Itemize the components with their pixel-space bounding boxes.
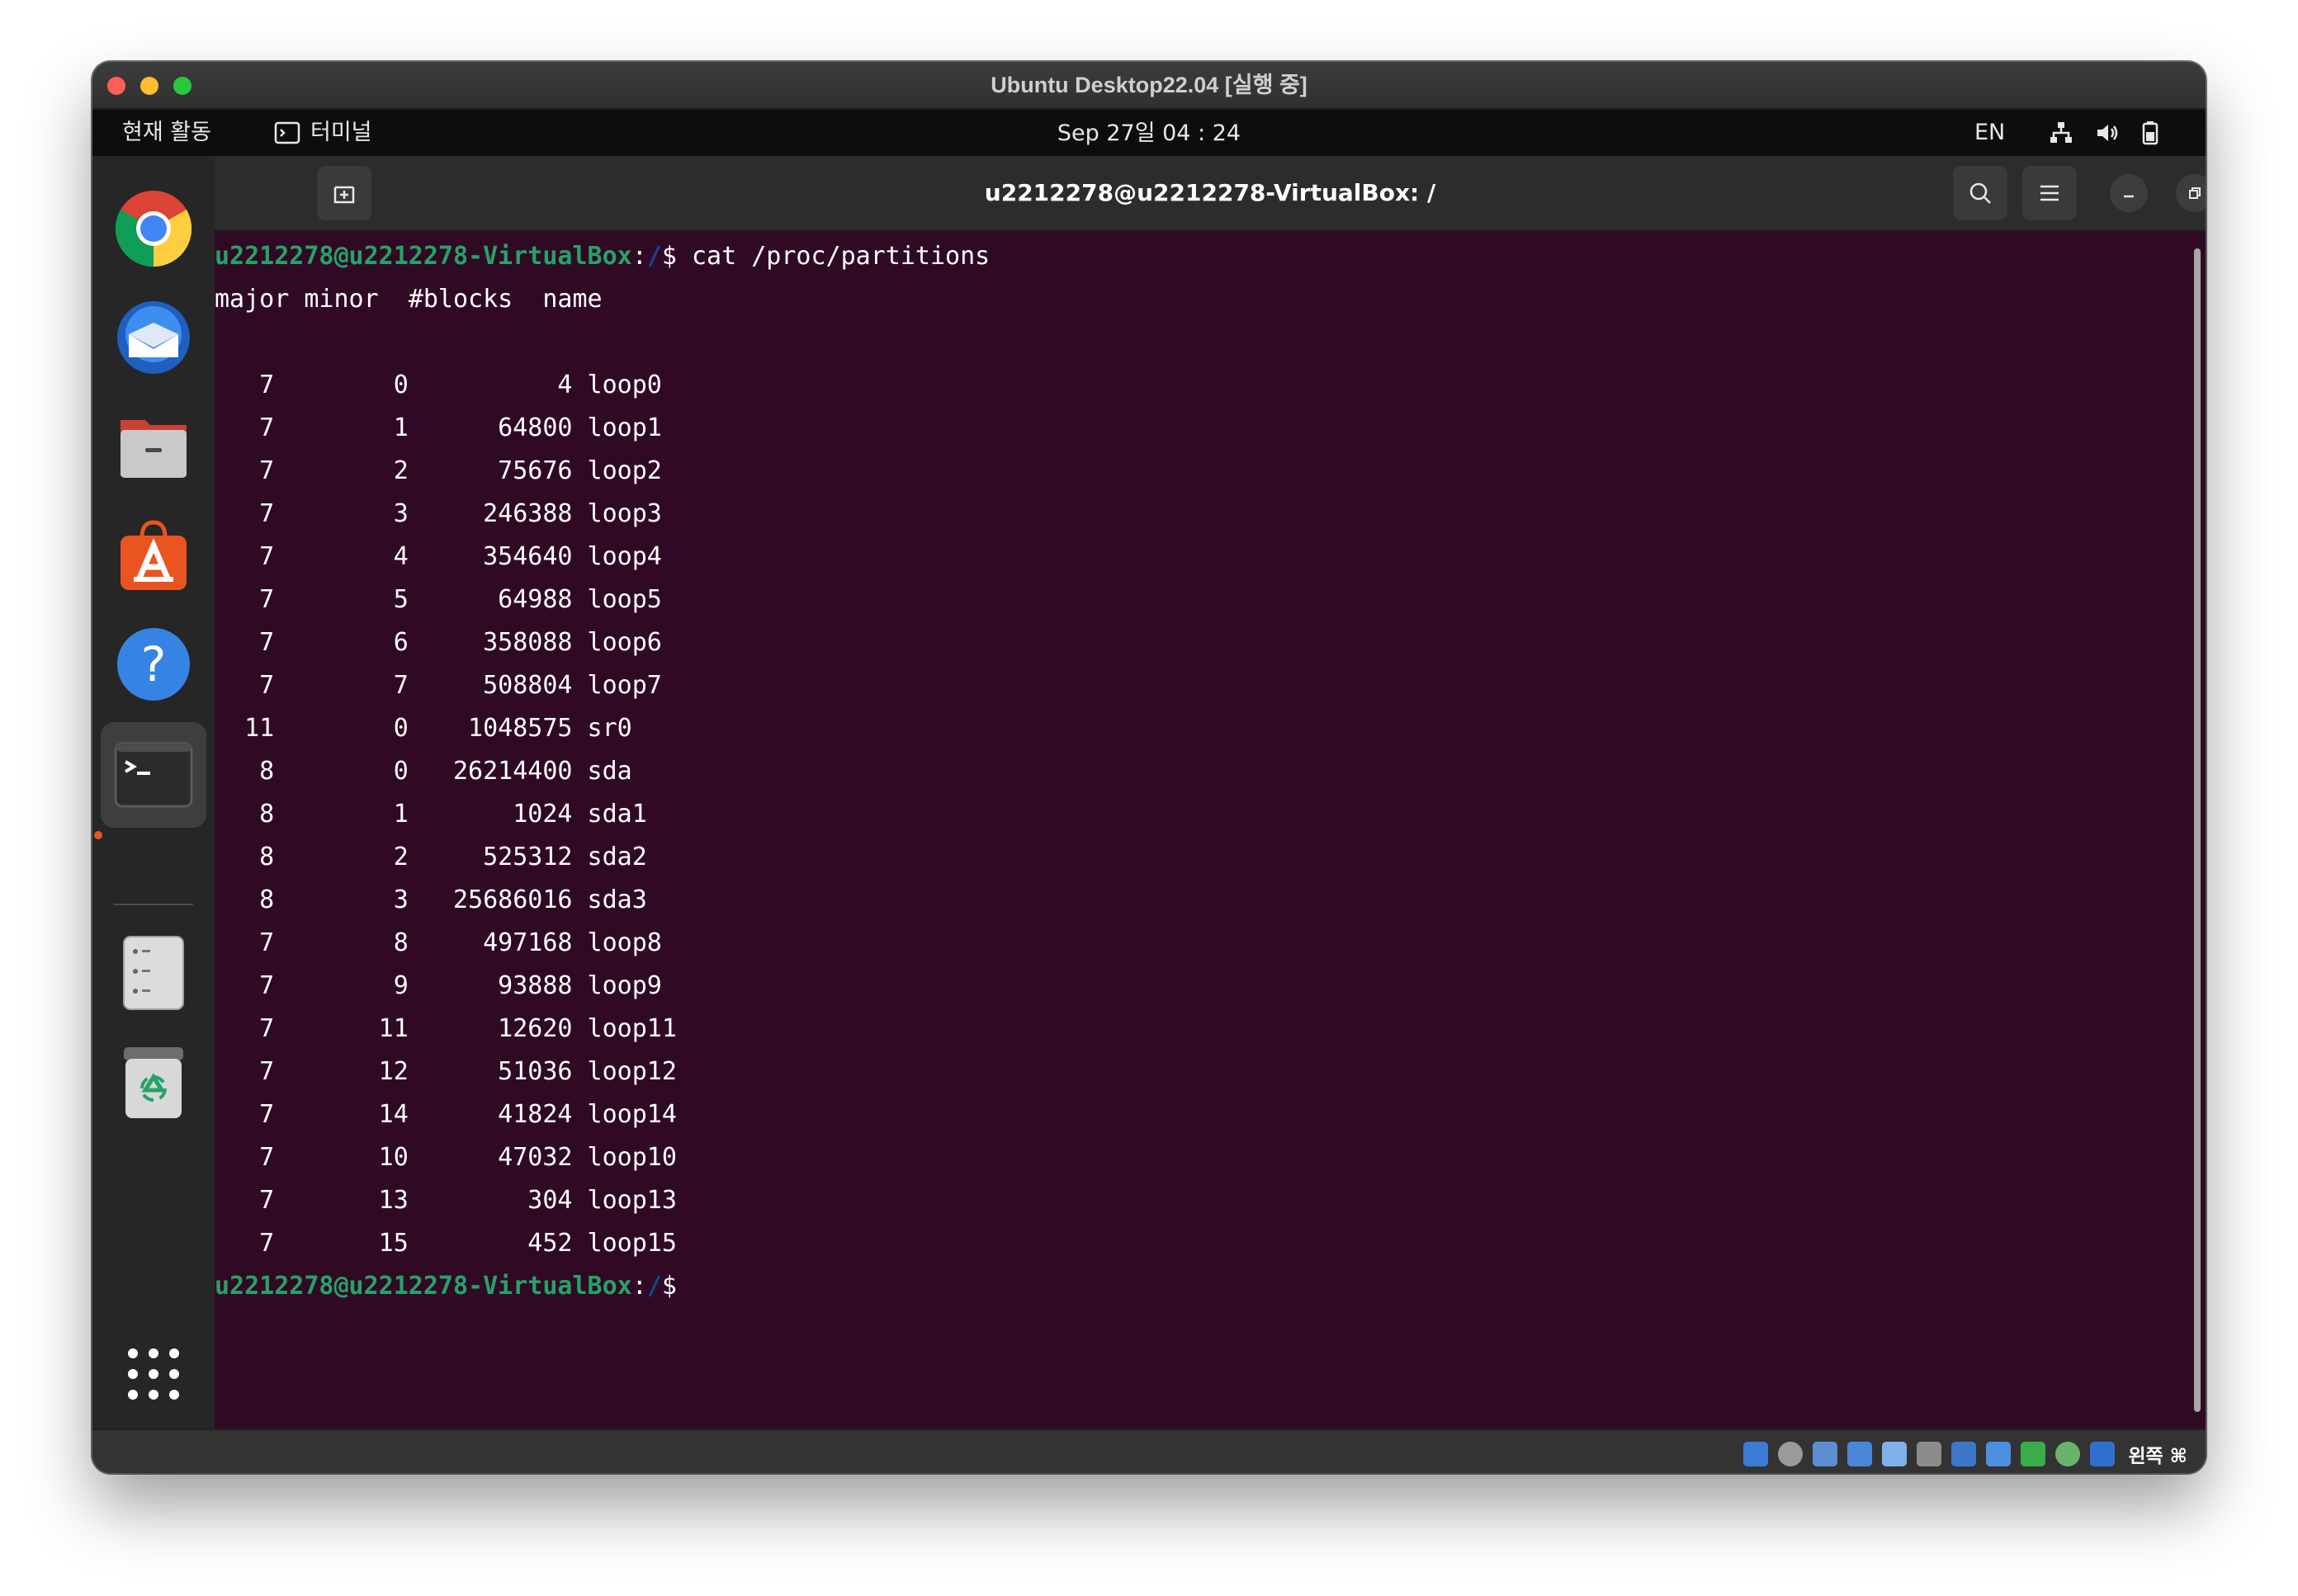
minimize-icon	[2124, 195, 2134, 198]
partition-row: 7 4 354640 loop4	[215, 542, 662, 571]
prompt-path: /	[646, 242, 662, 271]
host-key-label: 왼쪽 ⌘	[2128, 1446, 2187, 1467]
partition-row: 8 0 26214400 sda	[215, 757, 632, 786]
prompt-user: u2212278@u2212278-VirtualBox	[215, 242, 632, 271]
dock: ?	[92, 156, 215, 1428]
terminal-icon	[114, 742, 193, 808]
command-text: cat /proc/partitions	[676, 242, 991, 271]
partition-row: 7 3 246388 loop3	[215, 499, 662, 528]
files-icon	[121, 420, 187, 478]
system-tray[interactable]	[2049, 118, 2159, 148]
search-icon	[1969, 182, 1991, 204]
partition-row: 7 9 93888 loop9	[215, 971, 662, 1000]
cpu-icon[interactable]	[2021, 1442, 2046, 1466]
gnome-top-bar: 현재 활동 터미널 Sep 27일 04 : 24 EN	[92, 110, 2206, 156]
command-line: u2212278@u2212278-VirtualBox:/$ cat /pro…	[215, 240, 990, 273]
partition-row: 7 14 41824 loop14	[215, 1100, 677, 1129]
prompt-path: /	[646, 1272, 662, 1301]
prompt-symbol: $	[661, 242, 677, 271]
thunderbird-icon	[117, 301, 190, 374]
volume-icon	[2097, 125, 2118, 141]
dock-item-app-center[interactable]	[114, 516, 193, 595]
dock-item-help[interactable]: ?	[114, 625, 193, 704]
partition-row: 7 13 304 loop13	[215, 1186, 677, 1215]
scrollbar[interactable]	[2194, 248, 2201, 1412]
shared-folder-icon[interactable]	[1917, 1442, 1942, 1466]
hard-disk-icon[interactable]	[1743, 1442, 1769, 1466]
restore-icon	[2189, 187, 2201, 199]
running-indicator	[94, 831, 102, 839]
partition-row: 7 2 75676 loop2	[215, 456, 662, 485]
svg-text:?: ?	[141, 636, 167, 692]
partition-row: 7 6 358088 loop6	[215, 628, 662, 657]
dock-item-trash[interactable]	[114, 1042, 193, 1121]
partition-row: 7 10 47032 loop10	[215, 1143, 677, 1172]
app-center-icon	[121, 520, 187, 590]
partition-row: 7 0 4 loop0	[215, 371, 662, 399]
app-grid-icon	[128, 1348, 179, 1400]
dock-item-thunderbird[interactable]	[114, 298, 193, 377]
display-icon[interactable]	[1951, 1442, 1977, 1466]
vm-status-bar: 왼쪽 ⌘	[92, 1428, 2206, 1473]
prompt-user: u2212278@u2212278-VirtualBox	[215, 1272, 632, 1301]
menu-button[interactable]	[2022, 166, 2077, 220]
prompt-colon: :	[631, 1272, 647, 1301]
chrome-icon	[115, 191, 192, 267]
audio-icon[interactable]	[1813, 1442, 1838, 1466]
dock-item-disk[interactable]	[114, 933, 193, 1013]
partition-row: 7 5 64988 loop5	[215, 585, 662, 614]
help-icon: ?	[117, 628, 190, 701]
terminal-output[interactable]: u2212278@u2212278-VirtualBox:/$ cat /pro…	[215, 232, 2206, 1428]
battery-icon	[2142, 121, 2159, 145]
vm-window: Ubuntu Desktop22.04 [실행 중] 현재 활동 터미널 Sep…	[92, 62, 2206, 1473]
disk-icon	[123, 936, 184, 1010]
partition-row: 8 3 25686016 sda3	[215, 885, 647, 914]
vm-title: Ubuntu Desktop22.04 [실행 중]	[991, 73, 1307, 97]
partition-row: 7 11 12620 loop11	[215, 1014, 677, 1043]
network-icon	[2050, 122, 2072, 143]
partition-row: 7 7 508804 loop7	[215, 671, 662, 700]
video-capture-icon[interactable]	[1986, 1442, 2012, 1466]
partition-row: 8 2 525312 sda2	[215, 843, 647, 871]
terminal-headerbar: u2212278@u2212278-VirtualBox: /	[215, 156, 2206, 232]
hamburger-icon	[2040, 185, 2059, 201]
search-button[interactable]	[1953, 166, 2007, 220]
mouse-integration-icon[interactable]	[2055, 1442, 2081, 1466]
dock-item-chrome[interactable]	[114, 189, 193, 268]
input-language[interactable]: EN	[1974, 110, 2005, 156]
partition-row: 7 12 51036 loop12	[215, 1057, 677, 1086]
minimize-button[interactable]	[2110, 174, 2148, 212]
show-apps-button[interactable]	[114, 1334, 193, 1414]
partition-row: 7 8 497168 loop8	[215, 928, 662, 957]
prompt-colon: :	[631, 242, 647, 271]
host-key-arrow-icon[interactable]	[2090, 1442, 2116, 1466]
dock-item-files[interactable]	[114, 407, 193, 486]
vm-status-icons: 왼쪽 ⌘	[1743, 1440, 2187, 1468]
vm-titlebar: Ubuntu Desktop22.04 [실행 중]	[92, 62, 2206, 110]
partition-row: 7 15 452 loop15	[215, 1229, 677, 1258]
clock[interactable]: Sep 27일 04 : 24	[92, 110, 2206, 158]
table-header: major minor #blocks name	[215, 285, 603, 314]
dock-separator	[114, 904, 193, 905]
prompt-symbol: $	[661, 1272, 677, 1301]
partition-row: 8 1 1024 sda1	[215, 800, 647, 829]
partition-row: 11 0 1048575 sr0	[215, 714, 632, 743]
dock-item-terminal[interactable]	[101, 722, 206, 828]
terminal-title: u2212278@u2212278-VirtualBox: /	[984, 179, 1436, 206]
trash-icon	[124, 1047, 183, 1118]
optical-drive-icon[interactable]	[1778, 1442, 1804, 1466]
partition-row: 7 1 64800 loop1	[215, 413, 662, 442]
network-adapter-icon[interactable]	[1847, 1442, 1873, 1466]
usb-icon[interactable]	[1882, 1442, 1908, 1466]
final-prompt: u2212278@u2212278-VirtualBox:/$	[215, 1270, 677, 1303]
